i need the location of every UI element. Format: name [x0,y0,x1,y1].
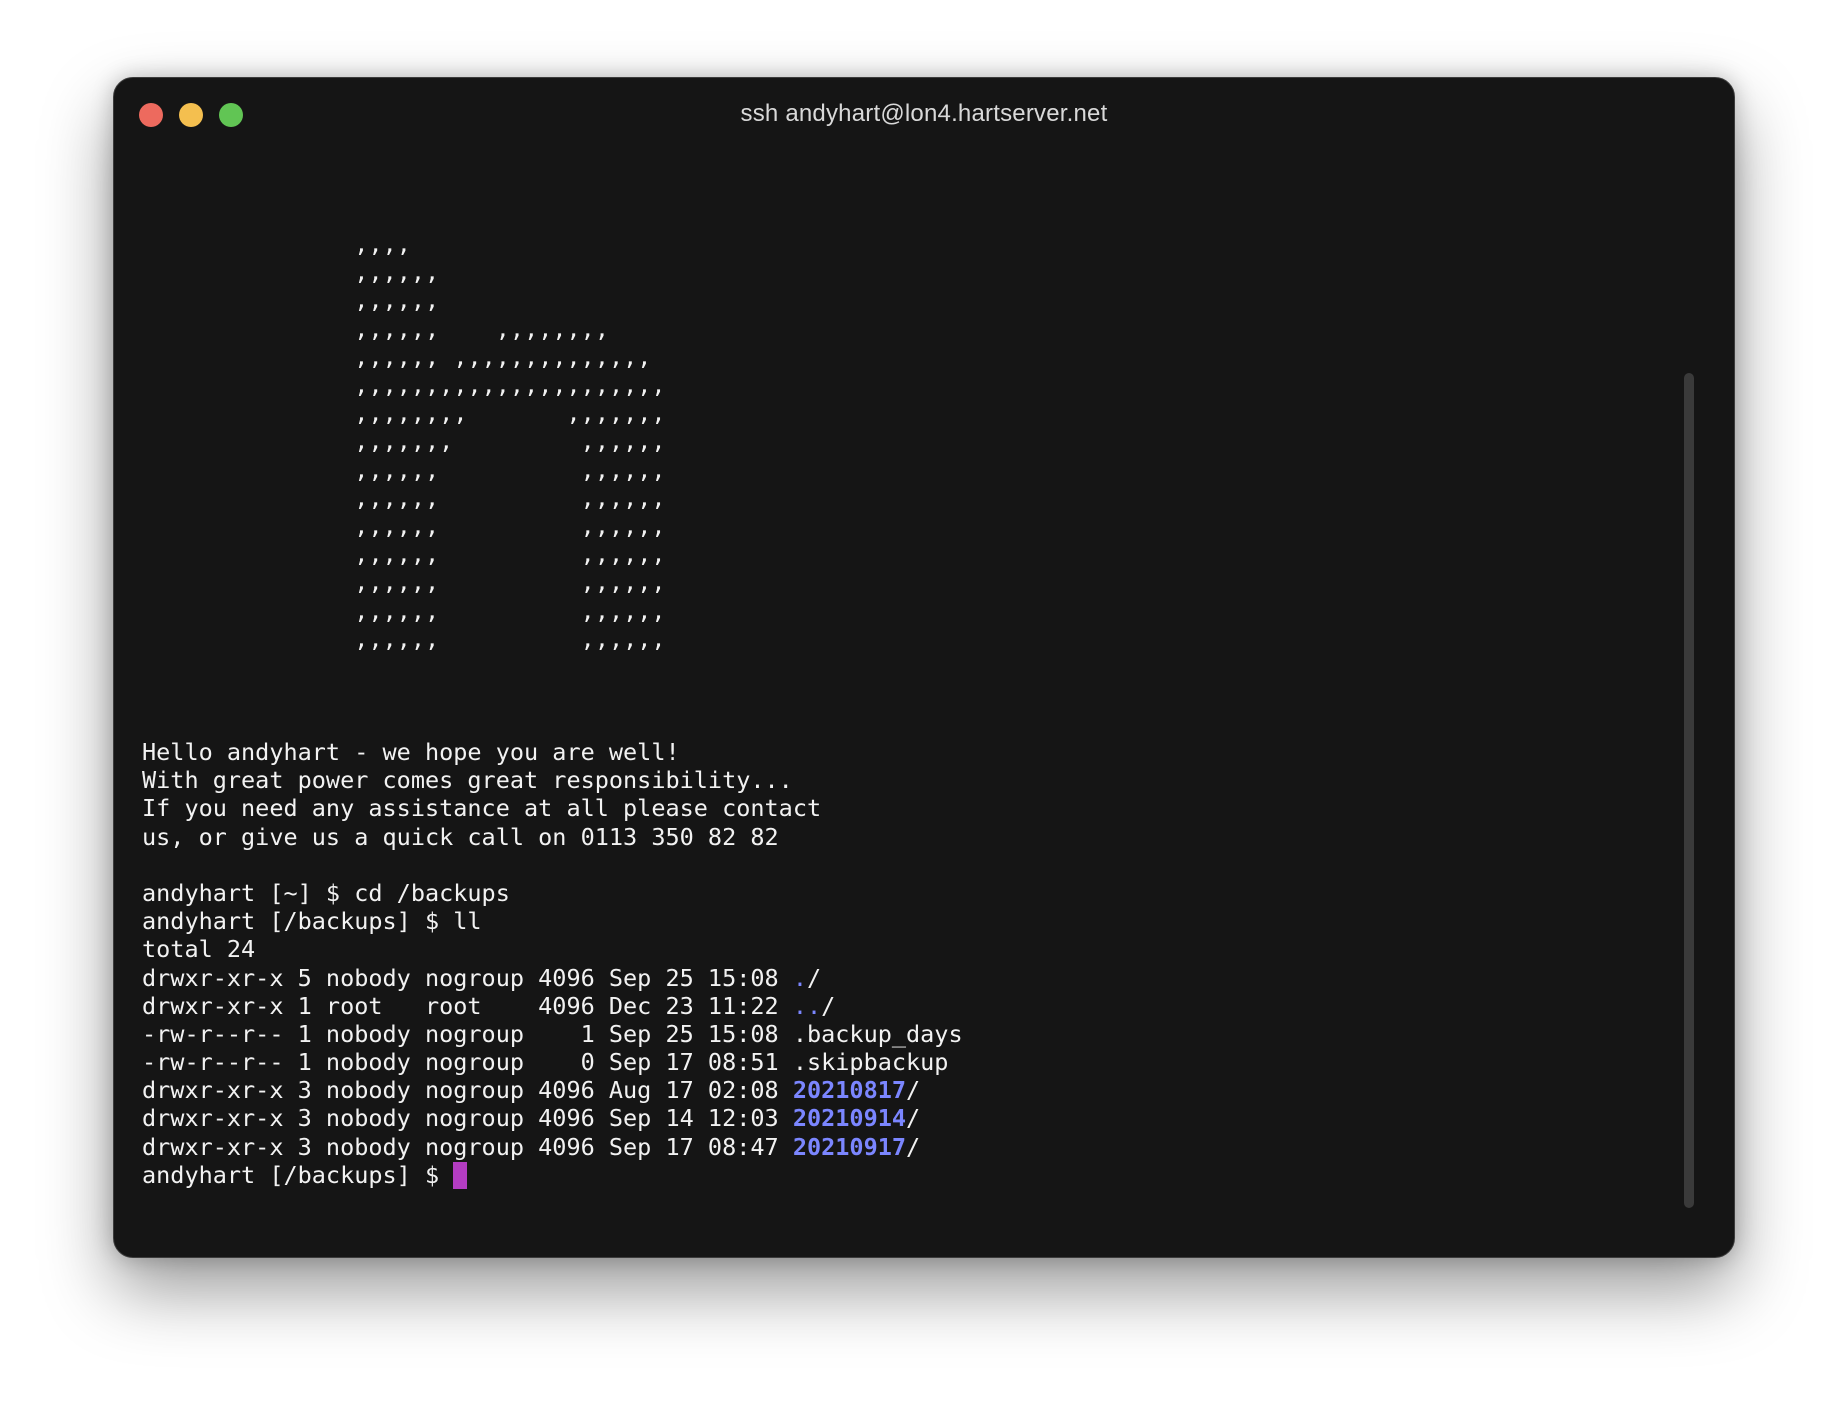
file-meta: drwxr-xr-x 3 nobody nogroup 4096 Aug 17 … [142,1076,793,1105]
listing-row: -rw-r--r-- 1 nobody nogroup 0 Sep 17 08:… [142,1048,1674,1076]
dir-suffix: / [906,1076,921,1105]
motd-line: With great power comes great responsibil… [142,766,793,795]
motd-line: us, or give us a quick call on 0113 350 … [142,822,779,851]
file-meta: -rw-r--r-- 1 nobody nogroup 1 Sep 25 15:… [142,1019,793,1048]
motd-line: If you need any assistance at all please… [142,794,822,823]
directory-name: 20210914 [792,1104,907,1133]
terminal-window: ssh andyhart@lon4.hartserver.net ,,,, ,,… [113,77,1735,1258]
window-title: ssh andyhart@lon4.hartserver.net [740,100,1108,127]
terminal-output[interactable]: ,,,, ,,,,,, ,,,,,, ,,,,,, ,,,,,,,, ,,,,,… [142,230,1674,1257]
file-meta: -rw-r--r-- 1 nobody nogroup 0 Sep 17 08:… [142,1048,793,1077]
directory-name: 20210817 [792,1076,907,1105]
file-name: .backup_days [792,1019,963,1048]
text-cursor [453,1161,468,1189]
listing-row: -rw-r--r-- 1 nobody nogroup 1 Sep 25 15:… [142,1020,1674,1048]
ascii-logo: ,,,, ,,,,,, ,,,,,, ,,,,,, ,,,,,,,, ,,,,,… [354,230,666,653]
motd-line: Hello andyhart - we hope you are well! [142,738,680,766]
file-meta: drwxr-xr-x 5 nobody nogroup 4096 Sep 25 … [142,963,793,992]
file-name: .skipbackup [792,1048,949,1077]
command-line: andyhart [/backups] $ ll [142,907,482,936]
listing-row: drwxr-xr-x 3 nobody nogroup 4096 Aug 17 … [142,1076,1674,1104]
dir-suffix: / [821,991,836,1020]
file-meta: drwxr-xr-x 3 nobody nogroup 4096 Sep 17 … [142,1132,793,1161]
listing-row: drwxr-xr-x 5 nobody nogroup 4096 Sep 25 … [142,964,1674,992]
prompt-line[interactable]: andyhart [/backups] $ [142,1161,1674,1189]
file-meta: drwxr-xr-x 1 root root 4096 Dec 23 11:22 [142,991,793,1020]
motd-message: Hello andyhart - we hope you are well! W… [142,738,1674,851]
directory-name: 20210917 [792,1132,907,1161]
prompt-text: andyhart [/backups] $ [142,1160,454,1189]
listing-row: drwxr-xr-x 3 nobody nogroup 4096 Sep 14 … [142,1104,1674,1132]
dir-suffix: / [906,1104,921,1133]
title-bar[interactable]: ssh andyhart@lon4.hartserver.net [114,78,1734,150]
scrollbar[interactable] [1684,373,1694,1208]
current-dir: . [792,963,807,992]
dir-suffix: / [906,1132,921,1161]
file-meta: drwxr-xr-x 3 nobody nogroup 4096 Sep 14 … [142,1104,793,1133]
command-line: andyhart [~] $ cd /backups [142,878,510,907]
listing-total: total 24 [142,935,256,964]
dir-suffix: / [806,963,822,992]
listing-row: drwxr-xr-x 3 nobody nogroup 4096 Sep 17 … [142,1133,1674,1161]
parent-dir: .. [792,991,822,1020]
listing-row: drwxr-xr-x 1 root root 4096 Dec 23 11:22… [142,992,1674,1020]
